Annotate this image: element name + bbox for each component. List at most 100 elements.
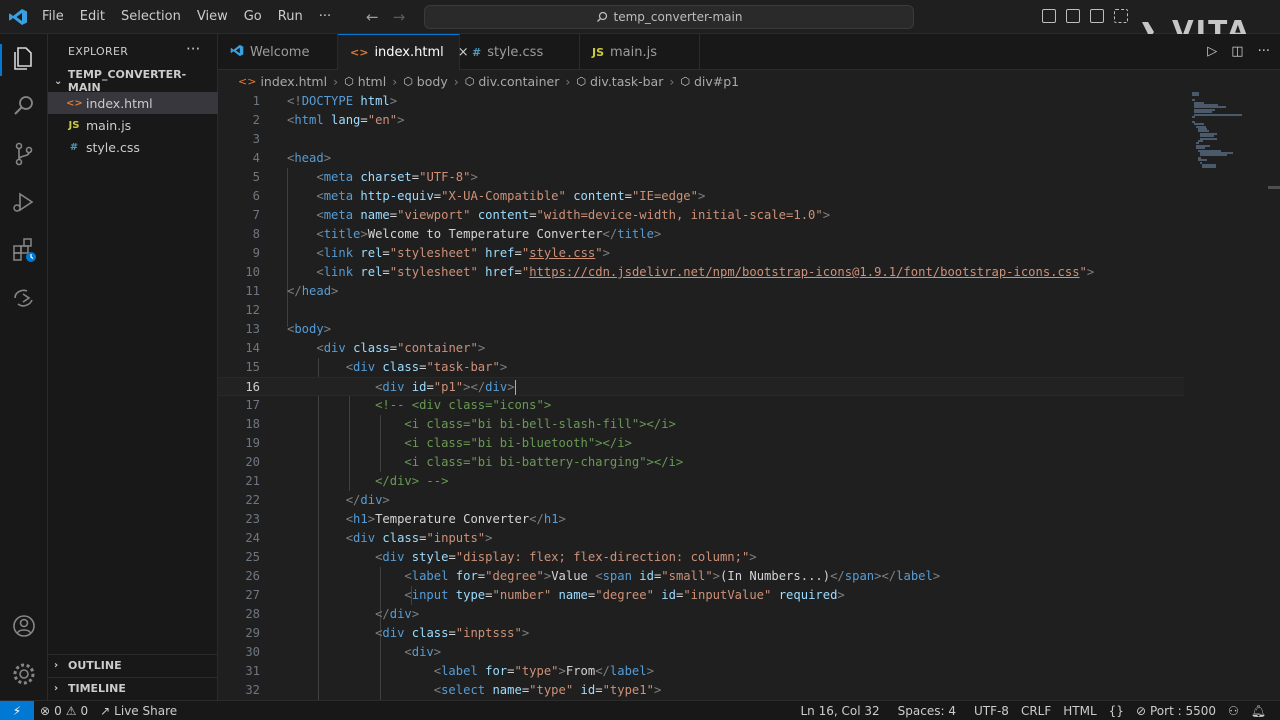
code-line[interactable]: 32 <select name="type" id="type1"> [218,681,1184,700]
code-token: < [316,246,324,260]
toggle-panel-icon[interactable] [1066,9,1080,23]
manage-gear-icon[interactable] [10,660,38,688]
outline-section[interactable]: › OUTLINE [48,654,218,676]
toggle-secondary-sidebar-icon[interactable] [1090,9,1104,23]
run-debug-icon[interactable] [10,188,38,216]
breadcrumb-item[interactable]: div#p1 [694,74,739,89]
notifications-bell-icon[interactable]: 🔔︎ [1245,704,1272,718]
code-line[interactable]: 16 <div id="p1"></div> [218,377,1184,396]
code-line[interactable]: 17 <!-- <div class="icons"> [218,396,1184,415]
code-line[interactable]: 21 </div> --> [218,472,1184,491]
code-token: < [316,341,324,355]
run-icon[interactable]: ▷ [1207,44,1217,59]
scrollbar-thumb[interactable] [1268,186,1280,189]
indentation[interactable]: Spaces: 4 [892,704,962,718]
explorer-icon[interactable] [10,44,38,72]
breadcrumb-item[interactable]: html [358,74,386,89]
code-line[interactable]: 18 <i class="bi bi-bell-slash-fill"></i> [218,415,1184,434]
code-line[interactable]: 3 [218,130,1184,149]
code-line[interactable]: 19 <i class="bi bi-bluetooth"></i> [218,434,1184,453]
code-line[interactable]: 2 <html lang="en"> [218,111,1184,130]
code-line[interactable]: 14 <div class="container"> [218,339,1184,358]
menu-item-edit[interactable]: Edit [72,0,113,34]
code-line[interactable]: 25 <div style="display: flex; flex-direc… [218,548,1184,567]
code-line[interactable]: 31 <label for="type">From</label> [218,662,1184,681]
end-of-line[interactable]: CRLF [1015,704,1057,718]
forward-arrow-icon[interactable]: → [393,8,406,26]
code-line[interactable]: 7 <meta name="viewport" content="width=d… [218,206,1184,225]
account-icon[interactable] [10,612,38,640]
code-line[interactable]: 23 <h1>Temperature Converter</h1> [218,510,1184,529]
code-token: > [331,284,339,298]
file-item[interactable]: <> index.html [48,92,218,114]
encoding[interactable]: UTF-8 [968,704,1015,718]
line-number: 29 [245,626,260,640]
timeline-section[interactable]: › TIMELINE [48,677,218,699]
menu-more-icon[interactable]: ··· [311,0,339,34]
code-editor[interactable]: 1 <!DOCTYPE html> 2 <html lang="en"> 3 4 <head… [218,92,1280,700]
code-line[interactable]: 4 <head> [218,149,1184,168]
language-mode[interactable]: HTML [1057,704,1102,718]
code-token: div [353,531,376,545]
code-line[interactable]: 8 <title>Welcome to Temperature Converte… [218,225,1184,244]
breadcrumb-item[interactable]: index.html [260,74,327,89]
code-line[interactable]: 11 </head> [218,282,1184,301]
back-arrow-icon[interactable]: ← [366,8,379,26]
copilot-icon[interactable]: ⚇ [1222,704,1245,718]
extensions-icon[interactable] [10,236,38,264]
code-token: meta [323,189,354,203]
code-line[interactable]: 10 <link rel="stylesheet" href="https://… [218,263,1184,282]
code-line[interactable]: 1 <!DOCTYPE html> [218,92,1184,111]
split-editor-icon[interactable]: ◫ [1231,44,1243,59]
code-token: name [558,588,588,602]
menu-item-view[interactable]: View [189,0,236,34]
menu-item-file[interactable]: File [34,0,72,34]
search-icon[interactable] [10,92,38,120]
remote-indicator-icon[interactable]: ⚡ [0,700,34,720]
file-item[interactable]: JS main.js [48,114,218,136]
code-line[interactable]: 28 </div> [218,605,1184,624]
menu-item-run[interactable]: Run [270,0,311,34]
toggle-sidebar-icon[interactable] [1042,9,1056,23]
remote-explorer-icon[interactable] [10,284,38,312]
vertical-scrollbar[interactable] [1268,92,1280,700]
tab-welcome[interactable]: Welcome [218,34,338,70]
live-server-port[interactable]: ⊘ Port : 5500 [1130,704,1222,718]
code-text: </div> --> [287,472,448,491]
code-line[interactable]: 15 <div class="task-bar"> [218,358,1184,377]
breadcrumb-item[interactable]: div.container [478,74,559,89]
menu-item-go[interactable]: Go [236,0,270,34]
menu-item-selection[interactable]: Selection [113,0,189,34]
cursor-position[interactable]: Ln 16, Col 32 [794,704,885,718]
code-line[interactable]: 30 <div> [218,643,1184,662]
code-line[interactable]: 5 <meta charset="UTF-8"> [218,168,1184,187]
code-line[interactable]: 9 <link rel="stylesheet" href="style.css… [218,244,1184,263]
file-item[interactable]: # style.css [48,136,218,158]
command-center-search[interactable]: temp_converter-main [424,5,914,29]
minimap[interactable] [1192,92,1268,172]
code-line[interactable]: 12 [218,301,1184,320]
tab-style-css[interactable]: # style.css [460,34,580,70]
code-line[interactable]: 6 <meta http-equiv = "X-UA-Compatible" con… [218,187,1184,206]
code-line[interactable]: 26 <label for="degree">Value <span id="s… [218,567,1184,586]
tab-main-js[interactable]: JS main.js [580,34,700,70]
format-braces-icon[interactable]: {} [1103,704,1130,718]
more-actions-icon[interactable]: ··· [186,40,200,58]
customize-layout-icon[interactable] [1114,9,1128,23]
tab-index-html[interactable]: <> index.html × [338,34,469,70]
folder-temp-converter[interactable]: ⌄ TEMP_CONVERTER-MAIN [48,68,218,94]
breadcrumb-item[interactable]: div.task-bar [590,74,663,89]
source-control-icon[interactable] [10,140,38,168]
breadcrumb-item[interactable]: body [417,74,448,89]
line-number: 16 [245,380,260,394]
code-line[interactable]: 29 <div class="inptsss"> [218,624,1184,643]
code-line[interactable]: 22 </div> [218,491,1184,510]
more-actions-icon[interactable]: ··· [1258,44,1270,59]
live-share-button[interactable]: ↗ Live Share [94,704,183,718]
code-line[interactable]: 24 <div class="inputs"> [218,529,1184,548]
code-line[interactable]: 27 <input type="number" name="degree" id… [218,586,1184,605]
code-line[interactable]: 13 <body> [218,320,1184,339]
code-text: <meta name="viewport" content="width=dev… [287,206,830,225]
code-line[interactable]: 20 <i class="bi bi-battery-charging"></i… [218,453,1184,472]
problems-indicator[interactable]: ⊗ 0 ⚠ 0 [34,704,94,718]
